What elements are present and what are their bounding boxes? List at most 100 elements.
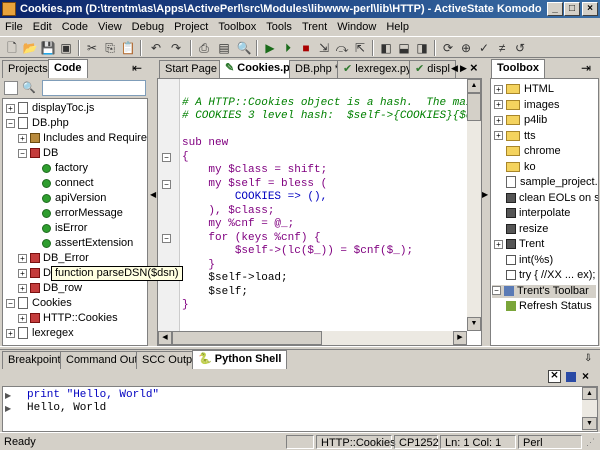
- new-file-icon[interactable]: 🗋: [4, 40, 20, 56]
- expand-icon[interactable]: +: [6, 328, 15, 338]
- print-icon[interactable]: ⎙: [196, 40, 212, 56]
- tree-item[interactable]: errorMessage: [30, 207, 123, 220]
- resize-grip-icon[interactable]: ⋰: [586, 437, 595, 448]
- toolbox-item[interactable]: int(%s): [494, 254, 553, 267]
- toolbox-item[interactable]: interpolate: [494, 207, 570, 220]
- menu-toolbox[interactable]: Toolbox: [213, 18, 261, 36]
- close-shell-icon[interactable]: ×: [582, 369, 589, 383]
- tree-item[interactable]: apiVersion: [30, 192, 106, 205]
- tree-item[interactable]: assertExtension: [30, 237, 133, 250]
- tree-item[interactable]: + displayToc.js: [6, 102, 94, 115]
- toolbox-item[interactable]: resize: [494, 223, 548, 236]
- menu-file[interactable]: File: [0, 18, 28, 36]
- menu-trent[interactable]: Trent: [297, 18, 332, 36]
- pin-icon[interactable]: ⇤: [132, 61, 142, 75]
- tab-start-page[interactable]: Start Page: [159, 60, 223, 78]
- hscroll-thumb[interactable]: [172, 331, 322, 345]
- menu-help[interactable]: Help: [381, 18, 414, 36]
- menu-code[interactable]: Code: [57, 18, 93, 36]
- paste-icon[interactable]: 📋: [120, 40, 136, 56]
- tab-displ[interactable]: ✔ displ: [409, 60, 456, 78]
- expand-icon[interactable]: +: [18, 133, 27, 143]
- scroll-up-icon[interactable]: ▲: [582, 387, 597, 400]
- redo-icon[interactable]: ↷: [168, 40, 184, 56]
- bottom-splitter[interactable]: [0, 346, 600, 350]
- tree-item[interactable]: factory: [30, 162, 88, 175]
- debug-go-next-icon[interactable]: ⏵: [280, 40, 296, 56]
- pin-icon[interactable]: ⇩: [584, 353, 592, 364]
- menu-window[interactable]: Window: [332, 18, 381, 36]
- scc-revert-icon[interactable]: ↺: [512, 40, 528, 56]
- expand-icon[interactable]: +: [18, 313, 27, 323]
- tab-scroll-left-icon[interactable]: ◀: [451, 63, 458, 74]
- editor-vscrollbar[interactable]: ▲ ▼: [467, 79, 481, 331]
- toolbox-item[interactable]: + tts: [494, 130, 536, 143]
- close-button[interactable]: ×: [582, 2, 598, 16]
- toolbox-item[interactable]: try { //XX ... ex); }: [494, 269, 598, 282]
- tree-item[interactable]: + DB_Error: [18, 252, 89, 265]
- cut-icon[interactable]: ✂: [84, 40, 100, 56]
- fold-toggle-icon[interactable]: −: [162, 179, 171, 189]
- toolbox-item[interactable]: sample_project.kpf: [494, 176, 598, 189]
- debug-stop-icon[interactable]: ■: [298, 40, 314, 56]
- copy-icon[interactable]: ⎘: [102, 40, 118, 56]
- scc-diff-icon[interactable]: ≠: [494, 40, 510, 56]
- tree-item[interactable]: − Cookies: [6, 297, 72, 310]
- tree-item[interactable]: + HTTP::Cookies: [18, 312, 118, 325]
- undo-icon[interactable]: ↶: [148, 40, 164, 56]
- code-editor[interactable]: # A HTTP::Cookies object is a hash. The …: [182, 83, 468, 331]
- find-icon[interactable]: 🔍: [236, 40, 252, 56]
- collapse-icon[interactable]: −: [6, 298, 15, 308]
- collapse-icon[interactable]: −: [492, 286, 501, 296]
- scroll-down-icon[interactable]: ▼: [582, 417, 597, 430]
- tree-item[interactable]: isError: [30, 222, 87, 235]
- preview-icon[interactable]: ▤: [216, 40, 232, 56]
- scroll-up-icon[interactable]: ▲: [467, 79, 481, 93]
- scc-icon[interactable]: ⟳: [440, 40, 456, 56]
- scroll-down-icon[interactable]: ▼: [467, 317, 481, 331]
- expand-icon[interactable]: +: [18, 253, 27, 263]
- step-out-icon[interactable]: ⇱: [352, 40, 368, 56]
- scc-commit-icon[interactable]: ✓: [476, 40, 492, 56]
- expand-icon[interactable]: +: [494, 131, 503, 141]
- open-icon[interactable]: 📂: [22, 40, 38, 56]
- collapse-icon[interactable]: −: [18, 148, 27, 158]
- close-tab-icon[interactable]: ×: [470, 60, 478, 75]
- splitter-right-icon[interactable]: ▶: [482, 190, 488, 199]
- collapse-icon[interactable]: −: [6, 118, 15, 128]
- expand-icon[interactable]: +: [494, 115, 503, 125]
- tree-item[interactable]: + lexregex: [6, 327, 74, 340]
- scc-add-icon[interactable]: ⊕: [458, 40, 474, 56]
- menu-edit[interactable]: Edit: [28, 18, 57, 36]
- status-language[interactable]: Perl: [518, 435, 582, 449]
- toolbox-item[interactable]: ko: [494, 161, 536, 174]
- minimize-button[interactable]: _: [547, 2, 563, 16]
- sort-icon[interactable]: [4, 81, 18, 95]
- menu-project[interactable]: Project: [169, 18, 213, 36]
- fold-toggle-icon[interactable]: −: [162, 152, 171, 162]
- tab-lexregex-py[interactable]: ✔ lexregex.py: [337, 60, 418, 78]
- scroll-left-icon[interactable]: ◀: [158, 331, 172, 345]
- tab-code[interactable]: Code: [48, 59, 88, 78]
- expand-icon[interactable]: +: [18, 283, 27, 293]
- tree-item[interactable]: + Includes and Requires: [18, 132, 147, 145]
- splitter-left-icon[interactable]: ◀: [150, 190, 156, 199]
- tab-python-shell[interactable]: 🐍 Python Shell: [192, 350, 288, 369]
- expand-icon[interactable]: +: [6, 103, 15, 113]
- scroll-right-icon[interactable]: ▶: [453, 331, 467, 345]
- pin-icon[interactable]: ⇥: [581, 61, 591, 75]
- tab-toolbox[interactable]: Toolbox: [491, 59, 545, 78]
- toggle-right-pane-icon[interactable]: ◨: [414, 40, 430, 56]
- python-shell-output[interactable]: ▶ ▶ print "Hello, World" Hello, World ▲ ▼: [2, 386, 598, 432]
- tree-item[interactable]: connect: [30, 177, 94, 190]
- toolbox-item[interactable]: Refresh Status: [494, 300, 592, 313]
- expand-icon[interactable]: +: [18, 268, 27, 278]
- menu-debug[interactable]: Debug: [127, 18, 169, 36]
- step-over-icon[interactable]: ⤼: [334, 40, 350, 56]
- expand-icon[interactable]: +: [494, 84, 503, 94]
- fold-toggle-icon[interactable]: −: [162, 233, 171, 243]
- status-encoding[interactable]: CP1252: [394, 435, 439, 449]
- tab-projects[interactable]: Projects: [2, 60, 54, 78]
- tree-item[interactable]: − DB: [18, 147, 58, 160]
- stop-shell-icon[interactable]: [566, 372, 576, 382]
